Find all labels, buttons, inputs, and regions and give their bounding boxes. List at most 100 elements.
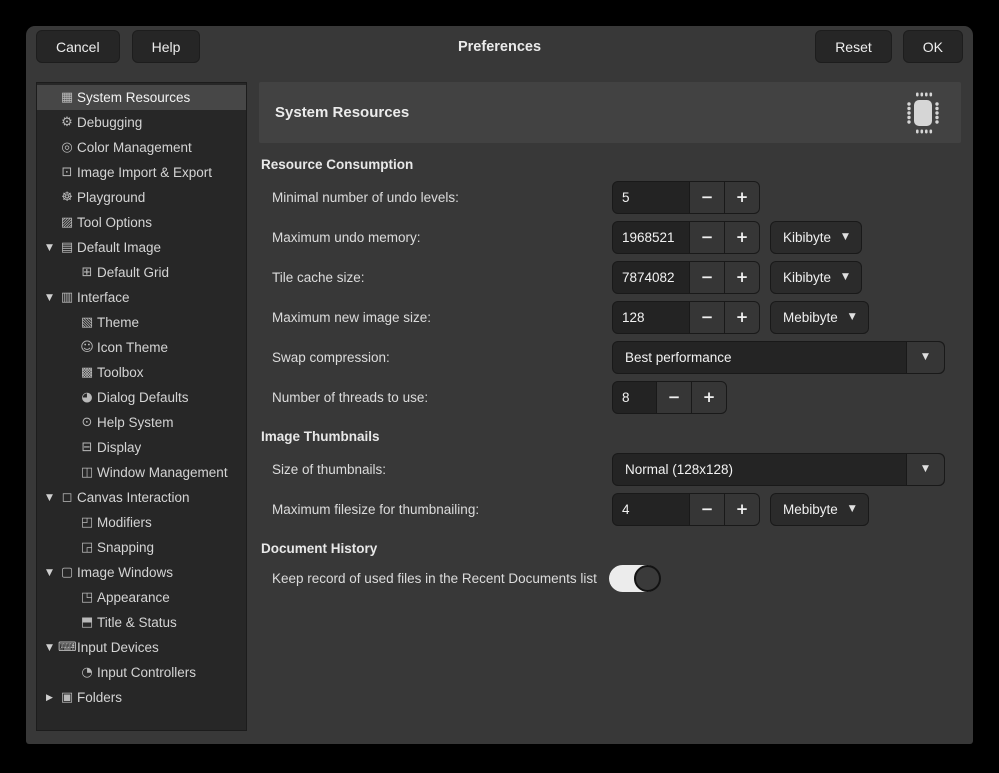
chevron-down-icon: ▼ (842, 272, 849, 282)
max-new-image-entry[interactable]: 128 (612, 301, 690, 334)
form-row-swap-compression: Swap compression:Best performance▼ (259, 337, 961, 377)
chevron-down-icon: ▼ (849, 504, 856, 514)
sidebar-item-label: Help System (97, 415, 174, 430)
dropdown-arrow-button[interactable]: ▼ (906, 342, 944, 373)
sidebar-item-modifiers[interactable]: ◰Modifiers (37, 510, 246, 535)
sidebar-item-help-system[interactable]: ⊙Help System (37, 410, 246, 435)
increment-button[interactable]: + (725, 181, 760, 214)
thumbnail-max-filesize-entry[interactable]: 4 (612, 493, 690, 526)
undo-memory-entry[interactable]: 1968521 (612, 221, 690, 254)
sidebar-item-playground[interactable]: ☸Playground (37, 185, 246, 210)
thumbnail-size-dropdown[interactable]: Normal (128x128) ▼ (612, 453, 945, 486)
sidebar-item-input-devices[interactable]: ▼⌨Input Devices (37, 635, 246, 660)
sidebar-item-canvas-interaction[interactable]: ▼◻Canvas Interaction (37, 485, 246, 510)
form-row-thumbnail-size: Size of thumbnails:Normal (128x128) ▼ (259, 449, 961, 489)
expander-expanded-icon[interactable]: ▼ (41, 493, 58, 503)
sidebar-item-toolbox[interactable]: ▩Toolbox (37, 360, 246, 385)
increment-button[interactable]: + (692, 381, 727, 414)
keep-record-toggle[interactable] (609, 565, 660, 592)
undo-levels-entry[interactable]: 5 (612, 181, 690, 214)
form-row-undo-levels: Minimal number of undo levels:5−+ (259, 177, 961, 217)
decrement-button[interactable]: − (657, 381, 692, 414)
increment-button[interactable]: + (725, 261, 760, 294)
sidebar-item-appearance[interactable]: ◳Appearance (37, 585, 246, 610)
tile-cache-unit-dropdown[interactable]: Kibibyte ▼ (770, 261, 862, 294)
expander-collapsed-icon[interactable]: ▶ (41, 693, 58, 703)
icon-theme-icon: ☺ (78, 340, 96, 355)
thumbnail-max-filesize-unit-dropdown[interactable]: Mebibyte▼ (770, 493, 869, 526)
sidebar-item-label: Window Management (97, 465, 228, 480)
image-windows-icon: ▢ (58, 565, 76, 580)
increment-button[interactable]: + (725, 301, 760, 334)
sidebar-item-input-controllers[interactable]: ◔Input Controllers (37, 660, 246, 685)
sidebar-item-icon-theme[interactable]: ☺Icon Theme (37, 335, 246, 360)
modifiers-icon: ◰ (78, 515, 96, 530)
sidebar-item-label: Interface (77, 290, 130, 305)
sidebar-item-window-management[interactable]: ◫Window Management (37, 460, 246, 485)
ok-button[interactable]: OK (903, 30, 963, 63)
theme-icon: ▧ (78, 315, 96, 330)
sidebar-item-interface[interactable]: ▼▥Interface (37, 285, 246, 310)
decrement-button[interactable]: − (690, 301, 725, 334)
decrement-button[interactable]: − (690, 261, 725, 294)
sidebar-item-label: Folders (77, 690, 122, 705)
swap-compression-dropdown[interactable]: Best performance ▼ (612, 341, 945, 374)
sidebar-item-color-management[interactable]: ◎Color Management (37, 135, 246, 160)
sidebar-item-display[interactable]: ⊟Display (37, 435, 246, 460)
sidebar-item-image-import-export[interactable]: ⊡Image Import & Export (37, 160, 246, 185)
decrement-button[interactable]: − (690, 181, 725, 214)
chevron-down-icon: ▼ (922, 352, 929, 362)
system-resources-icon: ▦ (58, 90, 76, 105)
cancel-button[interactable]: Cancel (36, 30, 120, 63)
sidebar-item-default-grid[interactable]: ⊞Default Grid (37, 260, 246, 285)
sidebar-item-folders[interactable]: ▶▣Folders (37, 685, 246, 710)
thumbnail-size-label: Size of thumbnails: (259, 462, 612, 477)
increment-button[interactable]: + (725, 493, 760, 526)
decrement-button[interactable]: − (690, 221, 725, 254)
sidebar-item-system-resources[interactable]: ▦System Resources (37, 85, 246, 110)
titlebar: Preferences Cancel Help Reset OK (26, 26, 973, 72)
input-devices-icon: ⌨ (58, 640, 76, 655)
sidebar-item-label: Title & Status (97, 615, 177, 630)
expander-expanded-icon[interactable]: ▼ (41, 643, 58, 653)
section-title-image-thumbnails: Image Thumbnails (261, 427, 961, 447)
snapping-icon: ◲ (78, 540, 96, 555)
reset-button[interactable]: Reset (815, 30, 892, 63)
chevron-down-icon: ▼ (922, 464, 929, 474)
toolbox-icon: ▩ (78, 365, 96, 380)
tile-cache-entry[interactable]: 7874082 (612, 261, 690, 294)
tool-options-icon: ▨ (58, 215, 76, 230)
playground-icon: ☸ (58, 190, 76, 205)
sidebar-item-label: Image Import & Export (77, 165, 212, 180)
dropdown-arrow-button[interactable]: ▼ (906, 454, 944, 485)
num-threads-entry[interactable]: 8 (612, 381, 657, 414)
debugging-icon: ⚙ (58, 115, 76, 130)
title-status-icon: ⬒ (78, 615, 96, 630)
tile-cache-spinner: 7874082−+ (612, 261, 760, 294)
tile-cache-unit-value: Kibibyte (783, 270, 831, 285)
thumbnail-size-value: Normal (128x128) (613, 462, 906, 477)
max-new-image-spinner: 128−+ (612, 301, 760, 334)
sidebar-item-default-image[interactable]: ▼▤Default Image (37, 235, 246, 260)
sidebar-item-label: Dialog Defaults (97, 390, 189, 405)
sidebar-item-title-status[interactable]: ⬒Title & Status (37, 610, 246, 635)
default-grid-icon: ⊞ (78, 265, 96, 280)
increment-button[interactable]: + (725, 221, 760, 254)
sidebar-item-theme[interactable]: ▧Theme (37, 310, 246, 335)
sidebar-item-tool-options[interactable]: ▨Tool Options (37, 210, 246, 235)
sidebar-item-debugging[interactable]: ⚙Debugging (37, 110, 246, 135)
expander-expanded-icon[interactable]: ▼ (41, 243, 58, 253)
swap-compression-value: Best performance (613, 350, 906, 365)
form-row-tile-cache: Tile cache size:7874082−+Kibibyte▼ (259, 257, 961, 297)
titlebar-right-buttons: Reset OK (815, 30, 963, 63)
sidebar-item-snapping[interactable]: ◲Snapping (37, 535, 246, 560)
sidebar-item-label: Input Controllers (97, 665, 196, 680)
max-new-image-unit-dropdown[interactable]: Mebibyte▼ (770, 301, 869, 334)
decrement-button[interactable]: − (690, 493, 725, 526)
expander-expanded-icon[interactable]: ▼ (41, 293, 58, 303)
sidebar-item-dialog-defaults[interactable]: ◕Dialog Defaults (37, 385, 246, 410)
sidebar-item-image-windows[interactable]: ▼▢Image Windows (37, 560, 246, 585)
undo-memory-unit-dropdown[interactable]: Kibibyte▼ (770, 221, 862, 254)
help-button[interactable]: Help (132, 30, 201, 63)
expander-expanded-icon[interactable]: ▼ (41, 568, 58, 578)
